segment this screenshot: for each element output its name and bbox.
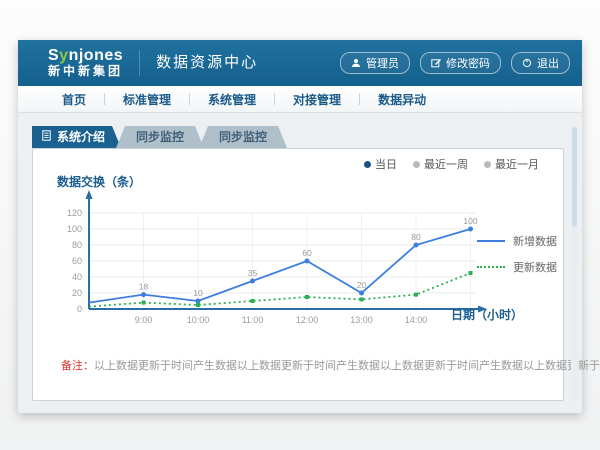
x-tick-label: 12:00 [296,315,319,325]
data-point [305,259,310,264]
filter-label: 最近一周 [424,156,468,172]
power-icon [522,58,532,68]
nav-item-home[interactable]: 首页 [44,91,104,108]
dotted-line-swatch [477,266,505,268]
data-point [196,299,201,304]
solid-line-swatch [477,240,505,242]
data-point-label: 80 [411,232,421,242]
filter-last-week[interactable]: 最近一周 [413,156,468,172]
footnote: 备注：以上数据更新于时间产生数据以上数据更新于时间产生数据以上数据更新于时间产生… [61,357,600,373]
nav-item-interface-mgmt[interactable]: 对接管理 [275,91,359,108]
radio-dot [484,161,491,168]
y-tick-label: 40 [72,272,82,282]
logo-accent-letter: y [59,47,68,64]
content-area: 系统介绍 同步监控 同步监控 当日 最近一周 最近一月 数据交换（条） 0204… [18,113,582,413]
document-icon [42,126,51,148]
logout-button[interactable]: 退出 [511,52,570,74]
edit-icon [431,58,441,68]
app-header: Synjones 新中新集团 数据资源中心 管理员 修改密码 退出 [18,40,582,86]
change-password-label: 修改密码 [446,55,490,71]
y-tick-label: 0 [77,304,82,314]
chart-panel: 当日 最近一周 最近一月 数据交换（条） 0204060801001209:00… [32,148,564,401]
scrollbar-thumb[interactable] [572,127,577,227]
y-tick-label: 80 [72,240,82,250]
tab-sync-monitor-2[interactable]: 同步监控 [199,126,287,148]
data-point [141,292,146,297]
nav-item-standard-mgmt[interactable]: 标准管理 [105,91,189,108]
tab-system-intro[interactable]: 系统介绍 [32,126,121,148]
company-logo: Synjones 新中新集团 [48,48,123,77]
data-point-label: 35 [248,268,258,278]
data-point [142,301,146,305]
change-password-button[interactable]: 修改密码 [420,52,501,74]
logo-wordmark: Synjones [48,48,123,65]
data-point-label: 60 [302,248,312,258]
x-tick-label: 14:00 [405,315,428,325]
x-tick-label: 10:00 [187,315,210,325]
data-point-label: 10 [193,288,203,298]
legend-item-new-data: 新增数据 [477,233,557,249]
data-point [360,297,364,301]
data-point-label: 20 [357,280,367,290]
logout-label: 退出 [537,55,559,71]
filter-last-month[interactable]: 最近一月 [484,156,539,172]
radio-dot-selected [364,161,371,168]
logo-letters: njones [69,47,124,64]
y-tick-label: 100 [67,224,82,234]
footnote-prefix: 备注： [61,360,94,372]
filter-label: 最近一月 [495,156,539,172]
tab-label: 系统介绍 [57,126,105,148]
series-legend: 新增数据 更新数据 [477,233,557,285]
y-axis-arrow [86,190,93,199]
legend-label: 新增数据 [513,233,557,249]
admin-user-button[interactable]: 管理员 [340,52,410,74]
data-point [468,227,473,232]
nav-item-system-mgmt[interactable]: 系统管理 [190,91,274,108]
data-point [469,271,473,275]
app-window: Synjones 新中新集团 数据资源中心 管理员 修改密码 退出 首页 标准管… [18,40,582,413]
x-tick-label: 11:00 [242,315,264,325]
data-point [305,295,309,299]
radio-dot [413,161,420,168]
main-nav: 首页 标准管理 系统管理 对接管理 数据异动 [18,86,582,113]
data-point-label: 100 [463,216,477,226]
data-point [251,299,255,303]
data-point [414,293,418,297]
legend-label: 更新数据 [513,259,557,275]
y-tick-label: 60 [72,256,82,266]
data-point [414,243,419,248]
y-tick-label: 20 [72,288,82,298]
filter-today[interactable]: 当日 [364,156,397,172]
user-icon [351,58,361,68]
page-title: 数据资源中心 [139,50,258,76]
tab-sync-monitor-1[interactable]: 同步监控 [116,126,204,148]
legend-item-update-data: 更新数据 [477,259,557,275]
filter-label: 当日 [375,156,397,172]
logo-company-name: 新中新集团 [48,65,123,78]
footnote-text: 以上数据更新于时间产生数据以上数据更新于时间产生数据以上数据更新于时间产生数据以… [94,360,600,372]
data-point-label: 18 [139,282,149,292]
admin-user-label: 管理员 [366,55,399,71]
tab-bar: 系统介绍 同步监控 同步监控 [32,126,564,148]
nav-item-data-change[interactable]: 数据异动 [360,91,444,108]
x-axis-title: 日期（小时） [451,306,523,323]
scrollbar-track [571,125,578,401]
data-point [359,291,364,296]
logo-letter: S [48,47,59,64]
time-range-filter: 当日 最近一周 最近一月 [364,156,539,172]
x-tick-label: 13:00 [350,315,373,325]
data-point [250,279,255,284]
x-tick-label: 9:00 [135,315,153,325]
y-tick-label: 120 [67,208,82,218]
data-point [196,303,200,307]
